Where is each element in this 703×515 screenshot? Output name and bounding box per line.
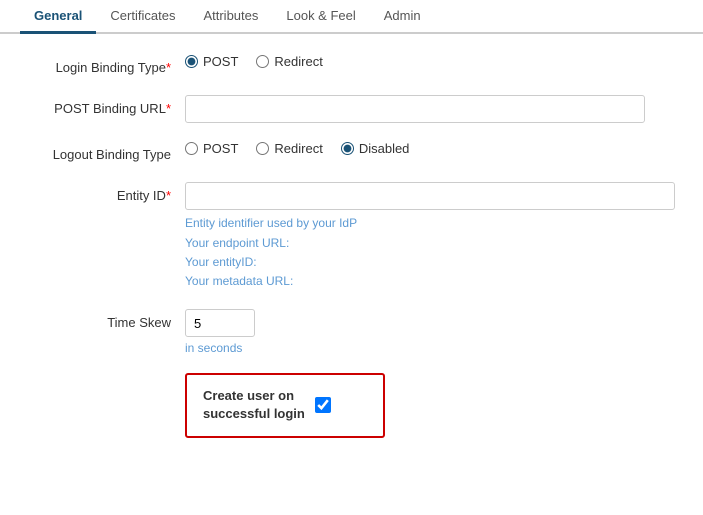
tab-bar: General Certificates Attributes Look & F… — [0, 0, 703, 34]
radio-logout-disabled[interactable]: Disabled — [341, 141, 410, 156]
logout-binding-type-row: Logout Binding Type POST Redirect Disabl… — [30, 141, 673, 164]
post-binding-url-input[interactable] — [185, 95, 645, 123]
tab-admin[interactable]: Admin — [370, 0, 435, 34]
entity-id-helper-line2: Your endpoint URL: — [185, 234, 675, 253]
tab-general[interactable]: General — [20, 0, 96, 34]
time-skew-label: Time Skew — [30, 309, 185, 332]
time-skew-group: in seconds — [185, 309, 255, 355]
post-binding-url-row: POST Binding URL* — [30, 95, 673, 123]
entity-id-row: Entity ID* Entity identifier used by you… — [30, 182, 673, 291]
post-binding-url-label: POST Binding URL* — [30, 95, 185, 118]
radio-redirect[interactable] — [256, 55, 269, 68]
form-content: Login Binding Type* POST Redirect POST B… — [0, 34, 703, 458]
radio-post[interactable] — [185, 55, 198, 68]
login-binding-type-row: Login Binding Type* POST Redirect — [30, 54, 673, 77]
radio-logout-disabled-input[interactable] — [341, 142, 354, 155]
radio-logout-redirect[interactable]: Redirect — [256, 141, 322, 156]
entity-id-group: Entity identifier used by your IdP Your … — [185, 182, 675, 291]
radio-option-redirect[interactable]: Redirect — [256, 54, 322, 69]
tab-attributes[interactable]: Attributes — [189, 0, 272, 34]
required-star-url: * — [166, 101, 171, 116]
entity-id-label: Entity ID* — [30, 182, 185, 205]
radio-option-post[interactable]: POST — [185, 54, 238, 69]
create-user-label: Create user onsuccessful login — [203, 387, 305, 423]
radio-logout-redirect-input[interactable] — [256, 142, 269, 155]
create-user-section: Create user onsuccessful login — [30, 373, 673, 437]
required-star-entity: * — [166, 188, 171, 203]
create-user-box: Create user onsuccessful login — [185, 373, 385, 437]
time-skew-unit: in seconds — [185, 341, 255, 355]
entity-id-input[interactable] — [185, 182, 675, 210]
tab-look-feel[interactable]: Look & Feel — [272, 0, 369, 34]
entity-id-helper: Entity identifier used by your IdP Your … — [185, 214, 675, 291]
required-star: * — [166, 60, 171, 75]
entity-id-helper-line3: Your entityID: — [185, 253, 675, 272]
login-binding-type-label: Login Binding Type* — [30, 54, 185, 77]
time-skew-row: Time Skew in seconds — [30, 309, 673, 355]
logout-binding-type-label: Logout Binding Type — [30, 141, 185, 164]
entity-id-helper-line1: Entity identifier used by your IdP — [185, 214, 675, 233]
radio-logout-post-input[interactable] — [185, 142, 198, 155]
create-user-checkbox[interactable] — [315, 397, 331, 413]
tab-certificates[interactable]: Certificates — [96, 0, 189, 34]
login-binding-type-options: POST Redirect — [185, 54, 323, 69]
time-skew-input[interactable] — [185, 309, 255, 337]
logout-binding-type-options: POST Redirect Disabled — [185, 141, 409, 156]
radio-logout-post[interactable]: POST — [185, 141, 238, 156]
entity-id-helper-line4: Your metadata URL: — [185, 272, 675, 291]
